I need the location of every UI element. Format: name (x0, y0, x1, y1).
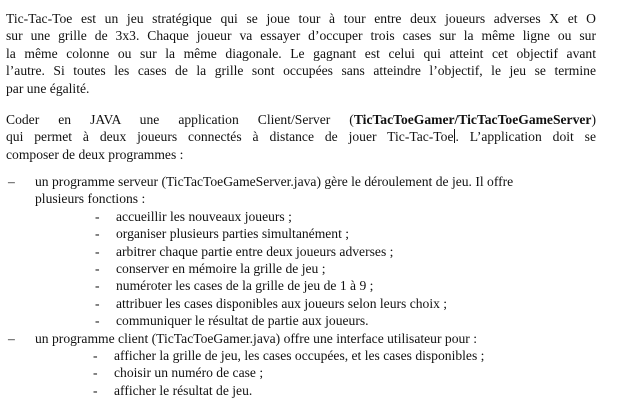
server-function: - attribuer les cases disponibles aux jou… (35, 295, 606, 312)
sub-dash: - (95, 295, 100, 311)
sub-dash: - (93, 382, 98, 398)
task-line-2: qui permet à deux joueurs connectés à di… (6, 128, 596, 145)
intro-line: l’autre. Si toutes les cases de la grill… (6, 63, 596, 79)
function-text: numéroter les cases de la grille de jeu … (116, 278, 374, 294)
function-text: afficher la grille de jeu, les cases occ… (114, 348, 485, 364)
task-line-1: Coder en JAVA une application Client/Ser… (6, 111, 596, 128)
server-function: - accueillir les nouveaux joueurs ; (35, 208, 606, 225)
client-function: - choisir un numéro de case ; (35, 364, 606, 381)
task-paragraph: Coder en JAVA une application Client/Ser… (6, 111, 596, 163)
sub-dash: - (95, 226, 100, 242)
function-text: accueillir les nouveaux joueurs ; (116, 208, 292, 224)
bullet-dash: – (8, 330, 15, 346)
intro-paragraph: Tic-Tac-Toe est un jeu stratégique qui s… (6, 10, 596, 97)
task-line-3: composer de deux programmes : (6, 146, 184, 162)
sub-dash: - (93, 365, 98, 381)
task-text: qui permet à deux joueurs connectés à di… (6, 129, 454, 145)
function-text: choisir un numéro de case ; (114, 365, 264, 381)
function-text: afficher le résultat de jeu. (114, 382, 253, 398)
server-function: - numéroter les cases de la grille de jeu… (35, 277, 606, 294)
sub-dash: - (95, 313, 100, 329)
task-text: ) (591, 112, 596, 127)
document-page: Tic-Tac-Toe est un jeu stratégique qui s… (0, 0, 617, 420)
function-text: organiser plusieurs parties simultanémen… (116, 226, 350, 242)
server-program-item: – un programme serveur (TicTacToeGameSer… (6, 173, 606, 330)
server-description: plusieurs fonctions : (35, 191, 146, 207)
sub-dash: - (95, 208, 100, 224)
intro-line: Tic-Tac-Toe est un jeu stratégique qui s… (6, 11, 596, 26)
server-function: - organiser plusieurs parties simultanéme… (35, 225, 606, 242)
task-text: . L’application doit se (455, 129, 597, 145)
client-function: - afficher la grille de jeu, les cases oc… (35, 347, 606, 364)
sub-dash: - (95, 278, 100, 294)
function-text: arbitrer chaque partie entre deux joueur… (116, 243, 394, 259)
client-program-item: – un programme client (TicTacToeGamer.ja… (6, 330, 606, 400)
intro-line: sur une grille de 3x3. Chaque joueur va … (6, 28, 596, 44)
bullet-dash: – (8, 174, 15, 189)
function-text: attribuer les cases disponibles aux joue… (116, 295, 448, 311)
server-function: - communiquer le résultat de partie aux j… (35, 312, 606, 329)
client-description: un programme client (TicTacToeGamer.java… (35, 330, 477, 346)
client-function: - afficher le résultat de jeu. (35, 382, 606, 399)
client-function-list: - afficher la grille de jeu, les cases oc… (35, 347, 606, 399)
intro-line: la même colonne ou sur la même diagonale… (6, 45, 596, 61)
server-function: - conserver en mémoire la grille de jeu ; (35, 260, 606, 277)
function-text: communiquer le résultat de partie aux jo… (116, 313, 369, 329)
intro-line: par une égalité. (6, 80, 90, 96)
task-text: Coder en JAVA une application Client/Ser… (6, 112, 354, 127)
sub-dash: - (95, 261, 100, 277)
server-description: un programme serveur (TicTacToeGameServe… (35, 174, 514, 189)
sub-dash: - (93, 348, 98, 364)
task-app-name: TicTacToeGamer/TicTacToeGameServer (353, 112, 592, 127)
function-text: conserver en mémoire la grille de jeu ; (116, 261, 326, 277)
program-list: – un programme serveur (TicTacToeGameSer… (6, 173, 606, 399)
server-function-list: - accueillir les nouveaux joueurs ; - orga… (35, 208, 606, 330)
server-function: - arbitrer chaque partie entre deux joueu… (35, 243, 606, 260)
sub-dash: - (95, 243, 100, 259)
